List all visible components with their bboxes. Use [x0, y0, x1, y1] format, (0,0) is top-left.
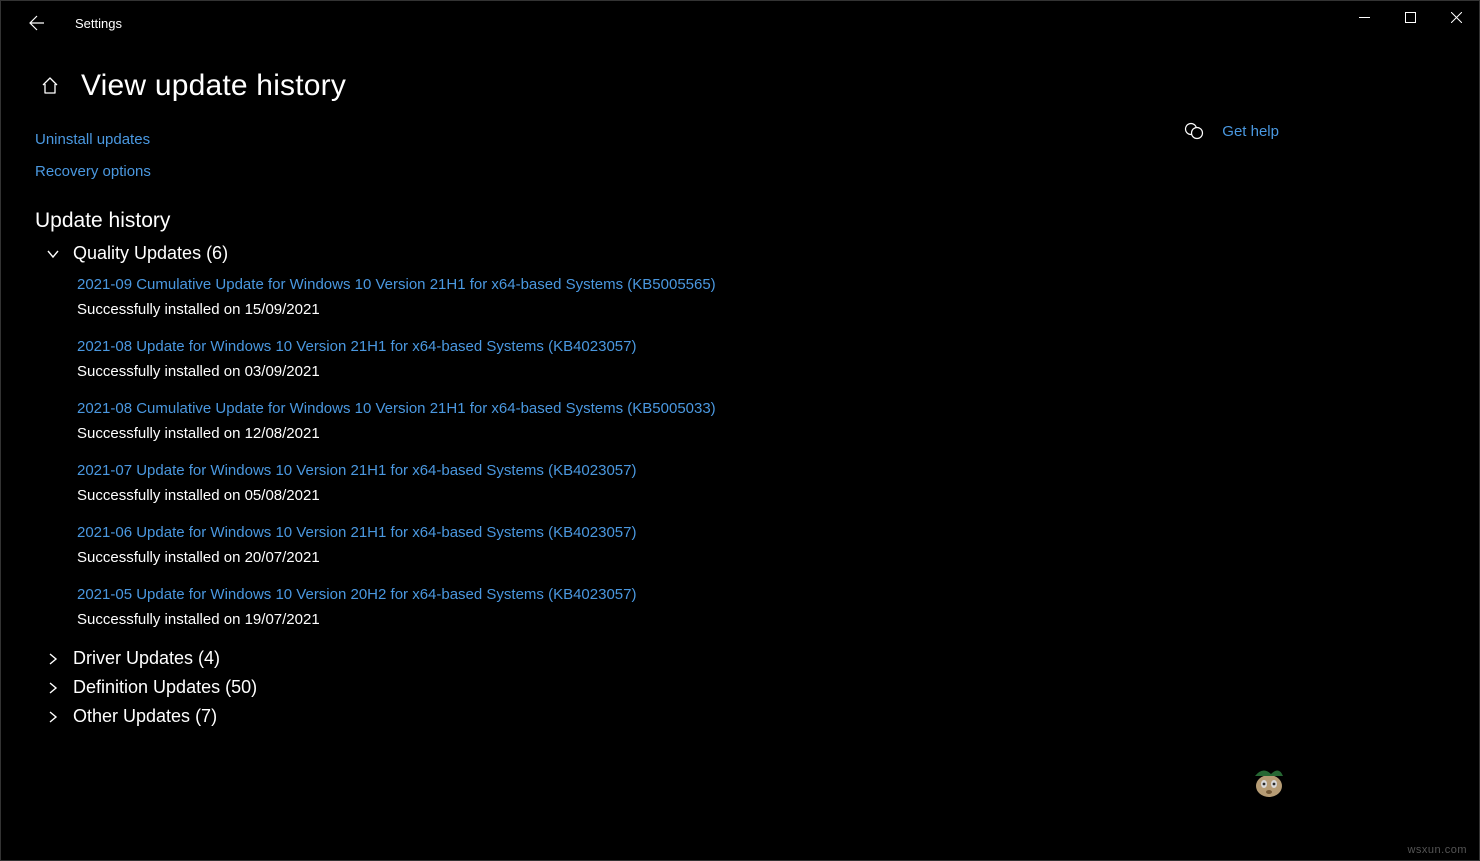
home-icon [40, 76, 60, 96]
minimize-button[interactable] [1341, 1, 1387, 33]
update-item: 2021-06 Update for Windows 10 Version 21… [77, 524, 1135, 566]
watermark: wsxun.com [1407, 844, 1467, 856]
quality-updates-list: 2021-09 Cumulative Update for Windows 10… [77, 276, 1135, 628]
chevron-right-icon [45, 680, 61, 696]
page-title: View update history [81, 69, 346, 103]
update-link[interactable]: 2021-07 Update for Windows 10 Version 21… [77, 462, 1135, 479]
chat-help-icon [1184, 121, 1204, 141]
mascot-icon [1249, 762, 1289, 802]
group-label: Quality Updates (6) [73, 243, 228, 264]
main-column: View update history Uninstall updates Re… [35, 55, 1135, 735]
update-item: 2021-09 Cumulative Update for Windows 10… [77, 276, 1135, 318]
close-button[interactable] [1433, 1, 1479, 33]
titlebar: Settings [1, 1, 1479, 45]
chevron-down-icon [45, 246, 61, 262]
update-status: Successfully installed on 12/08/2021 [77, 425, 1135, 442]
page-title-row: View update history [35, 69, 1135, 103]
update-link[interactable]: 2021-06 Update for Windows 10 Version 21… [77, 524, 1135, 541]
group-label: Definition Updates (50) [73, 677, 257, 698]
app-name: Settings [75, 16, 122, 31]
section-title: Update history [35, 209, 1135, 233]
group-label: Driver Updates (4) [73, 648, 220, 669]
update-link[interactable]: 2021-08 Cumulative Update for Windows 10… [77, 400, 1135, 417]
update-link[interactable]: 2021-09 Cumulative Update for Windows 10… [77, 276, 1135, 293]
maximize-button[interactable] [1387, 1, 1433, 33]
back-button[interactable] [29, 7, 69, 39]
group-other-updates[interactable]: Other Updates (7) [45, 706, 1135, 727]
group-quality-updates[interactable]: Quality Updates (6) [45, 243, 1135, 264]
recovery-options-link[interactable]: Recovery options [35, 163, 151, 180]
window-controls [1341, 1, 1479, 33]
back-arrow-icon [29, 15, 45, 31]
update-item: 2021-07 Update for Windows 10 Version 21… [77, 462, 1135, 504]
chevron-right-icon [45, 651, 61, 667]
update-status: Successfully installed on 20/07/2021 [77, 549, 1135, 566]
update-link[interactable]: 2021-05 Update for Windows 10 Version 20… [77, 586, 1135, 603]
home-button[interactable] [39, 75, 61, 97]
group-label: Other Updates (7) [73, 706, 217, 727]
chevron-right-icon [45, 709, 61, 725]
uninstall-updates-link[interactable]: Uninstall updates [35, 131, 150, 148]
update-status: Successfully installed on 03/09/2021 [77, 363, 1135, 380]
content-area: View update history Uninstall updates Re… [1, 45, 1479, 735]
update-status: Successfully installed on 19/07/2021 [77, 611, 1135, 628]
update-item: 2021-08 Update for Windows 10 Version 21… [77, 338, 1135, 380]
update-status: Successfully installed on 05/08/2021 [77, 487, 1135, 504]
maximize-icon [1405, 12, 1416, 23]
update-link[interactable]: 2021-08 Update for Windows 10 Version 21… [77, 338, 1135, 355]
group-definition-updates[interactable]: Definition Updates (50) [45, 677, 1135, 698]
update-status: Successfully installed on 15/09/2021 [77, 301, 1135, 318]
update-item: 2021-05 Update for Windows 10 Version 20… [77, 586, 1135, 628]
minimize-icon [1359, 12, 1370, 23]
close-icon [1451, 12, 1462, 23]
help-section: Get help [1184, 121, 1279, 141]
update-item: 2021-08 Cumulative Update for Windows 10… [77, 400, 1135, 442]
group-driver-updates[interactable]: Driver Updates (4) [45, 648, 1135, 669]
get-help-link[interactable]: Get help [1222, 123, 1279, 140]
